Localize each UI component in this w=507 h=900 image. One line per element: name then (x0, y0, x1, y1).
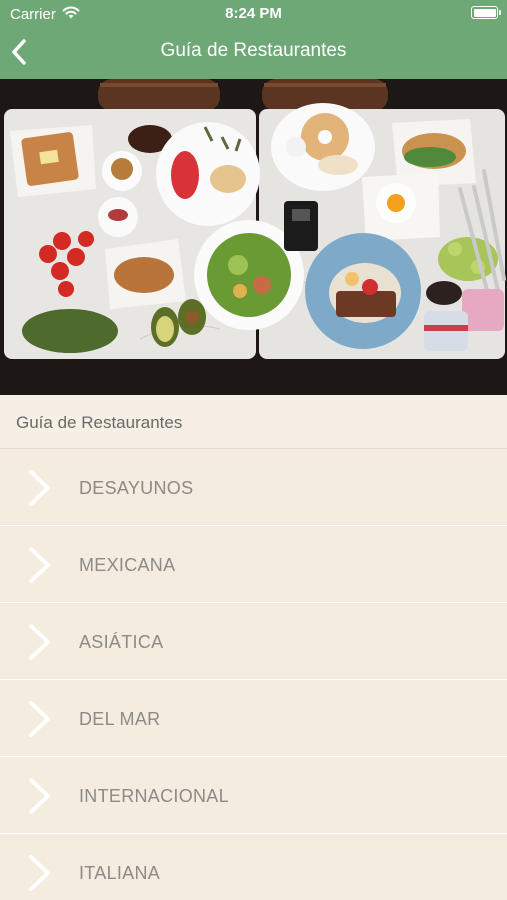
page-title: Guía de Restaurantes (160, 40, 347, 61)
battery-icon (471, 6, 501, 19)
chevron-right-icon (29, 701, 50, 737)
list-item-label: DEL MAR (79, 709, 161, 729)
status-time: 8:24 PM (225, 5, 282, 22)
navigation-bar: Carrier 8:24 PM Guía de Restaurantes (0, 0, 507, 79)
list-item-label: ITALIANA (79, 863, 161, 883)
list-item-italiana[interactable]: ITALIANA (0, 834, 507, 900)
chevron-right-icon (29, 624, 50, 660)
section-header-label: Guía de Restaurantes (16, 413, 183, 432)
chevron-right-icon (29, 470, 50, 506)
section-header: Guía de Restaurantes (0, 395, 507, 449)
list-item-label: DESAYUNOS (79, 478, 194, 498)
list-item-mexicana[interactable]: MEXICANA (0, 526, 507, 603)
chevron-right-icon (29, 547, 50, 583)
list-item-desayunos[interactable]: DESAYUNOS (0, 449, 507, 526)
list-item-internacional[interactable]: INTERNACIONAL (0, 757, 507, 834)
hero-food-image (0, 79, 507, 395)
list-item-label: INTERNACIONAL (79, 786, 229, 806)
list-item-label: ASIÁTICA (79, 632, 164, 652)
chevron-right-icon (29, 855, 50, 891)
list-item-asiatica[interactable]: ASIÁTICA (0, 603, 507, 680)
chevron-right-icon (29, 778, 50, 814)
status-bar: Carrier 8:24 PM (0, 0, 507, 28)
list-item-del-mar[interactable]: DEL MAR (0, 680, 507, 757)
category-list: DESAYUNOS MEXICANA ASIÁTICA DEL MAR INTE… (0, 449, 507, 900)
list-item-label: MEXICANA (79, 555, 176, 575)
